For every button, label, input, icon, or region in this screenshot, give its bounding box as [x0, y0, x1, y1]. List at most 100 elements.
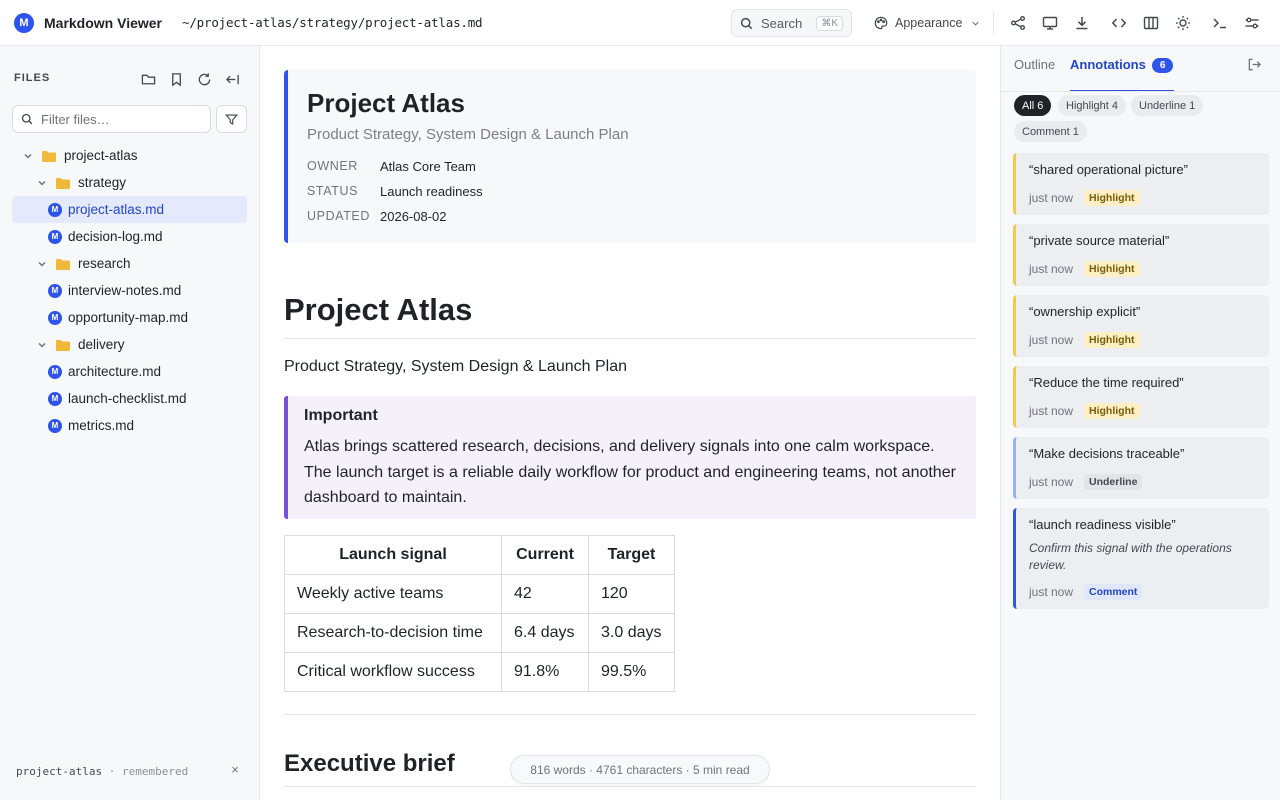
annotation-quote: “Make decisions traceable”: [1029, 446, 1185, 461]
annotation-quote: “launch readiness visible”: [1029, 517, 1176, 532]
annotation-type-badge: Comment: [1084, 584, 1143, 600]
annotation-type-badge: Underline: [1084, 474, 1143, 490]
tab-annotations[interactable]: Annotations 6: [1070, 57, 1174, 73]
tree-folder[interactable]: strategy: [12, 169, 247, 196]
markdown-file-icon: M: [48, 391, 62, 406]
annotation-card[interactable]: “launch readiness visible” Confirm this …: [1013, 508, 1269, 609]
tree-file[interactable]: Marchitecture.md: [12, 358, 247, 385]
appearance-dropdown[interactable]: Appearance: [870, 9, 985, 37]
annotation-card[interactable]: “shared operational picture” just now Hi…: [1013, 153, 1269, 215]
open-folder-button[interactable]: [137, 68, 159, 90]
chevron-down-icon: [972, 21, 980, 26]
forget-workspace-button[interactable]: ×: [228, 762, 242, 777]
table-row: Weekly active teams 42 120: [284, 574, 675, 614]
callout-title: Important: [304, 407, 378, 424]
tab-outline[interactable]: Outline: [1014, 57, 1055, 72]
folder-icon: [42, 150, 56, 162]
download-button[interactable]: [1070, 11, 1094, 35]
folder-icon: [56, 258, 70, 270]
markdown-file-icon: M: [48, 229, 62, 244]
annotation-type-badge: Highlight: [1084, 261, 1140, 277]
table-header-row: Launch signal Current Target: [284, 535, 675, 575]
tab-annotations-label: Annotations: [1070, 57, 1146, 72]
presentation-button[interactable]: [1038, 11, 1062, 35]
annotation-card[interactable]: “Reduce the time required” just now High…: [1013, 366, 1269, 428]
annotation-card[interactable]: “private source material” just now Highl…: [1013, 224, 1269, 286]
table-cell: 99.5%: [588, 652, 675, 692]
annotation-time: just now: [1029, 333, 1074, 347]
table-cell: Research-to-decision time: [284, 613, 502, 653]
bookmark-icon: [171, 72, 181, 86]
filter-files-field[interactable]: [41, 111, 201, 127]
frontmatter-card: Project Atlas Product Strategy, System D…: [284, 70, 976, 243]
annotations-panel: Outline Annotations 6 All 6 Highlight 4 U…: [1000, 46, 1280, 800]
chevron-down-icon[interactable]: [36, 339, 48, 351]
table-cell: 120: [588, 574, 675, 614]
filter-chip-underline[interactable]: Underline 1: [1131, 95, 1204, 116]
tree-file-active[interactable]: Mproject-atlas.md: [12, 196, 247, 223]
exit-panel-icon: [1248, 58, 1262, 71]
heading-rule: [284, 338, 976, 339]
tree-file[interactable]: Minterview-notes.md: [12, 277, 247, 304]
bookmarks-button[interactable]: [165, 68, 187, 90]
annotation-type-badge: Highlight: [1084, 332, 1140, 348]
annotation-card[interactable]: “Make decisions traceable” just now Unde…: [1013, 437, 1269, 499]
heading-rule: [284, 786, 976, 787]
split-view-button[interactable]: [1139, 11, 1163, 35]
annotation-quote: “ownership explicit”: [1029, 304, 1141, 319]
meta-value: 2026-08-02: [380, 209, 447, 224]
terminal-icon: [1213, 18, 1226, 29]
theme-toggle-button[interactable]: [1171, 11, 1195, 35]
code-icon: [1111, 18, 1127, 28]
markdown-file-icon: M: [48, 283, 62, 298]
important-callout: Important Atlas brings scattered researc…: [284, 396, 976, 519]
source-view-button[interactable]: [1107, 11, 1131, 35]
filter-chip-highlight[interactable]: Highlight 4: [1058, 95, 1126, 116]
markdown-file-icon: M: [48, 202, 62, 217]
search-icon: [740, 17, 753, 29]
annotation-quote: “Reduce the time required”: [1029, 375, 1184, 390]
search-icon: [21, 113, 33, 125]
column-header: Target: [588, 535, 675, 575]
graph-icon: [1011, 16, 1025, 30]
tree-file[interactable]: Mdecision-log.md: [12, 223, 247, 250]
chevron-down-icon[interactable]: [22, 150, 34, 162]
tree-folder[interactable]: project-atlas: [12, 142, 247, 169]
tree-folder[interactable]: research: [12, 250, 247, 277]
tree-folder-label: project-atlas: [64, 148, 138, 163]
toolbar-divider: [993, 12, 994, 34]
tree-file[interactable]: Mlaunch-checklist.md: [12, 385, 247, 412]
refresh-button[interactable]: [193, 68, 215, 90]
markdown-file-icon: M: [48, 418, 62, 433]
close-panel-button[interactable]: [1247, 57, 1263, 73]
download-icon: [1076, 17, 1088, 30]
workspace-status: project-atlas · remembered: [16, 765, 188, 778]
graph-view-button[interactable]: [1006, 11, 1030, 35]
meta-value: Atlas Core Team: [380, 159, 476, 174]
table-row: Research-to-decision time 6.4 days 3.0 d…: [284, 613, 675, 653]
table-cell: Weekly active teams: [284, 574, 502, 614]
filter-options-button[interactable]: [216, 105, 247, 133]
table-cell: 6.4 days: [501, 613, 589, 653]
markdown-file-icon: M: [48, 310, 62, 325]
search-button[interactable]: Search ⌘K: [731, 9, 852, 37]
palette-icon: [874, 16, 888, 30]
collapse-sidebar-button[interactable]: [221, 68, 243, 90]
annotation-quote: “shared operational picture”: [1029, 162, 1188, 177]
search-shortcut: ⌘K: [816, 15, 843, 31]
document-view: Project Atlas Product Strategy, System D…: [260, 46, 1000, 800]
chevron-down-icon[interactable]: [36, 258, 48, 270]
terminal-button[interactable]: [1208, 11, 1232, 35]
settings-button[interactable]: [1240, 11, 1264, 35]
table-cell: 42: [501, 574, 589, 614]
workspace-remembered: · remembered: [108, 765, 189, 778]
filter-chip-all[interactable]: All 6: [1014, 95, 1052, 116]
annotation-card[interactable]: “ownership explicit” just now Highlight: [1013, 295, 1269, 357]
files-heading: FILES: [14, 72, 51, 84]
filter-files-input[interactable]: [12, 105, 211, 133]
tree-file[interactable]: Mopportunity-map.md: [12, 304, 247, 331]
tree-folder[interactable]: delivery: [12, 331, 247, 358]
tree-file[interactable]: Mmetrics.md: [12, 412, 247, 439]
filter-chip-comment[interactable]: Comment 1: [1014, 121, 1087, 142]
chevron-down-icon[interactable]: [36, 177, 48, 189]
